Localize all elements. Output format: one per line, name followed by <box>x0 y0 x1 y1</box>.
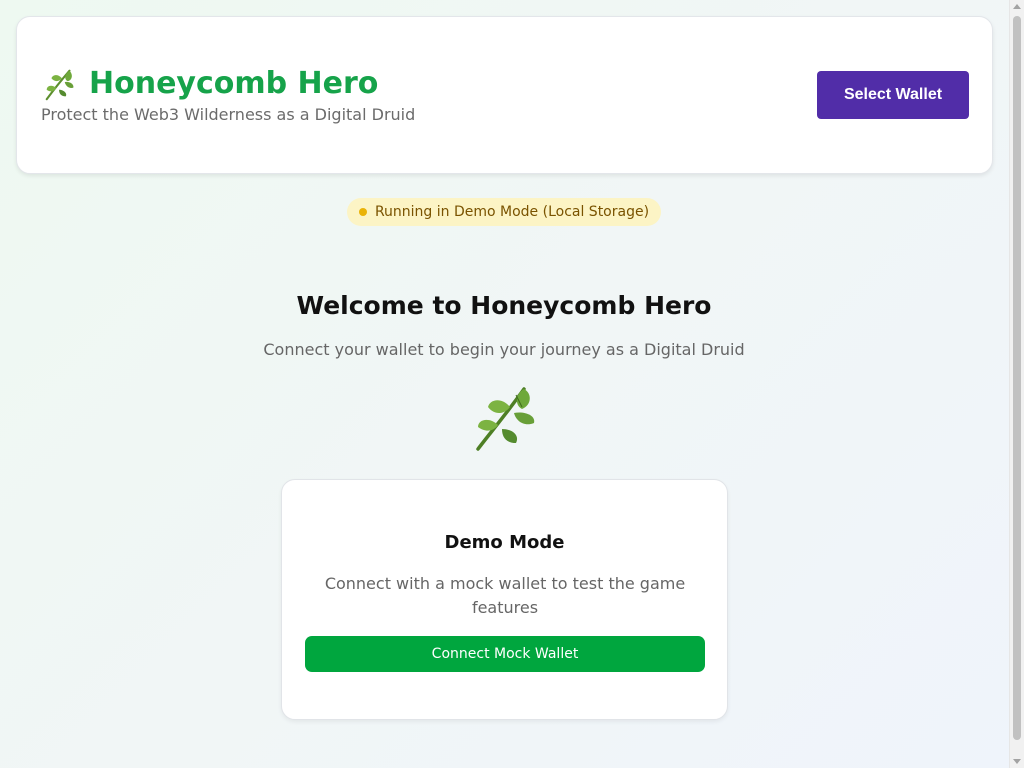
welcome-subtitle: Connect your wallet to begin your journe… <box>263 340 745 359</box>
app-viewport: Honeycomb Hero Protect the Web3 Wilderne… <box>0 0 1010 768</box>
brand: Honeycomb Hero Protect the Web3 Wilderne… <box>41 65 415 125</box>
app-title: Honeycomb Hero <box>89 66 379 101</box>
demo-mode-badge: Running in Demo Mode (Local Storage) <box>347 198 661 226</box>
select-wallet-button[interactable]: Select Wallet <box>817 71 969 119</box>
herb-icon <box>45 69 74 101</box>
scroll-up-arrow-icon[interactable] <box>1013 4 1021 9</box>
demo-card-description: Connect with a mock wallet to test the g… <box>324 574 686 617</box>
header-card: Honeycomb Hero Protect the Web3 Wilderne… <box>16 16 993 174</box>
welcome-title: Welcome to Honeycomb Hero <box>296 291 712 320</box>
status-dot-icon <box>358 208 367 216</box>
scrollbar-thumb[interactable] <box>1013 16 1021 740</box>
connect-mock-wallet-button[interactable]: Connect Mock Wallet <box>305 636 705 672</box>
demo-mode-card: Demo Mode Connect with a mock wallet to … <box>281 479 728 720</box>
scroll-down-arrow-icon[interactable] <box>1013 759 1021 764</box>
demo-mode-badge-text: Running in Demo Mode (Local Storage) <box>374 204 650 220</box>
demo-card-title: Demo Mode <box>444 532 565 553</box>
vertical-scrollbar[interactable] <box>1009 0 1024 768</box>
app-subtitle: Protect the Web3 Wilderness as a Digital… <box>41 105 416 124</box>
brand-row: Honeycomb Hero <box>41 65 415 103</box>
herb-icon <box>476 387 535 451</box>
